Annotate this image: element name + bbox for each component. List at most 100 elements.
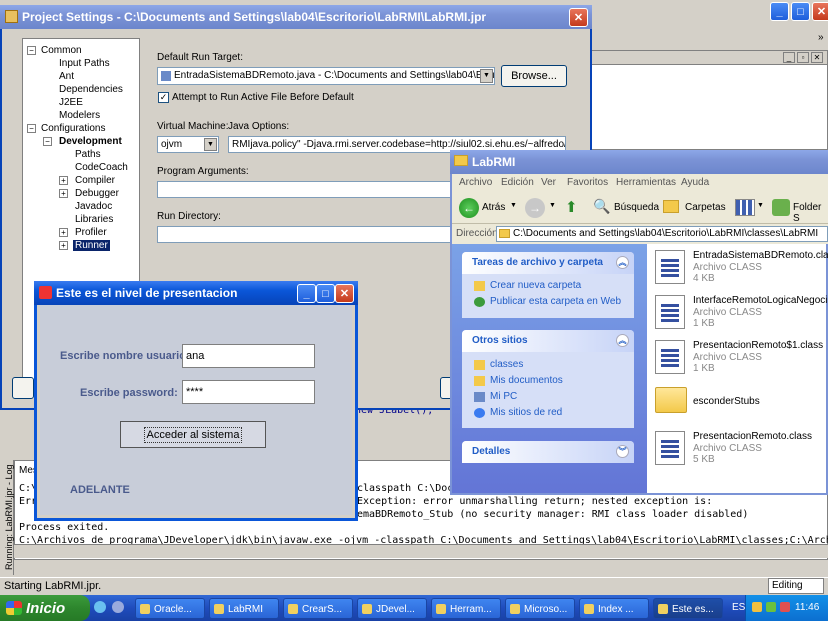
attempt-checkbox[interactable]: ✓ <box>158 92 169 103</box>
task-new-folder[interactable]: Crear nueva carpeta <box>490 280 581 291</box>
restore-icon[interactable]: ▫ <box>797 52 809 63</box>
task-labrmi[interactable]: LabRMI <box>209 598 279 619</box>
chevron-down-icon[interactable]: ▼ <box>480 69 493 83</box>
collapse-icon[interactable]: − <box>43 137 52 146</box>
chevron-down-icon[interactable]: ▼ <box>204 138 217 151</box>
tray-icon[interactable] <box>766 602 776 612</box>
ide-editor[interactable]: _ ▫ ✕ <box>590 50 828 150</box>
language-indicator[interactable]: ES <box>732 602 745 613</box>
folder-sync-icon[interactable] <box>772 199 790 216</box>
tree-runner[interactable]: Runner <box>73 240 110 251</box>
details-header[interactable]: Detalles ︾ <box>462 441 634 463</box>
tree-configurations[interactable]: Configurations <box>41 123 105 134</box>
tree-paths[interactable]: Paths <box>75 149 101 160</box>
access-button[interactable]: Acceder al sistema <box>120 421 266 448</box>
minimize-icon[interactable]: _ <box>783 52 795 63</box>
close-icon[interactable]: ✕ <box>569 8 588 27</box>
place-classes[interactable]: classes <box>490 359 523 370</box>
other-places-header[interactable]: Otros sitios ︽ <box>462 330 634 352</box>
tree-javadoc[interactable]: Javadoc <box>75 201 112 212</box>
task-index[interactable]: Index ... <box>579 598 649 619</box>
task-crears[interactable]: CrearS... <box>283 598 353 619</box>
tree-profiler[interactable]: Profiler <box>75 227 107 238</box>
collapse-chevron-icon[interactable]: ︽ <box>616 256 629 269</box>
folder-sync-label[interactable]: Folder S <box>793 202 828 224</box>
chevron-right-icon[interactable]: » <box>818 32 824 43</box>
tree-compiler[interactable]: Compiler <box>75 175 115 186</box>
menu-edicion[interactable]: Edición <box>501 177 534 188</box>
up-folder-icon[interactable]: ⬆ <box>565 198 583 218</box>
log-scrollbar[interactable] <box>14 544 828 558</box>
log-side-label[interactable]: Running: LabRMI.jpr - Log <box>4 460 14 570</box>
expand-chevron-icon[interactable]: ︾ <box>616 445 629 458</box>
collapse-chevron-icon[interactable]: ︽ <box>616 334 629 347</box>
task-herram[interactable]: Herram... <box>431 598 501 619</box>
quicklaunch-ie-icon[interactable] <box>94 601 106 613</box>
folders-label[interactable]: Carpetas <box>685 202 726 213</box>
place-my-pc[interactable]: Mi PC <box>490 391 517 402</box>
tree-modelers[interactable]: Modelers <box>59 110 100 121</box>
program-args-input[interactable] <box>157 181 452 198</box>
file-item[interactable]: PresentacionRemoto.class Archivo CLASS 5… <box>655 427 827 469</box>
place-my-documents[interactable]: Mis documentos <box>490 375 563 386</box>
help-button-partial[interactable] <box>12 377 34 399</box>
search-label[interactable]: Búsqueda <box>614 202 659 213</box>
quicklaunch-icon[interactable] <box>112 601 124 613</box>
minimize-icon[interactable]: _ <box>297 284 316 303</box>
task-este-es[interactable]: Este es... <box>653 598 723 619</box>
menu-archivo[interactable]: Archivo <box>459 177 492 188</box>
close-icon[interactable]: ✕ <box>811 52 823 63</box>
collapse-icon[interactable]: − <box>27 124 36 133</box>
chevron-down-icon[interactable]: ▼ <box>510 202 517 209</box>
task-jdevel[interactable]: JDevel... <box>357 598 427 619</box>
expand-icon[interactable]: + <box>59 189 68 198</box>
tree-dependencies[interactable]: Dependencies <box>59 84 123 95</box>
menu-ver[interactable]: Ver <box>541 177 556 188</box>
folder-item[interactable]: esconderStubs <box>655 381 827 423</box>
tree-debugger[interactable]: Debugger <box>75 188 119 199</box>
chevron-down-icon[interactable]: ▼ <box>757 202 764 209</box>
maximize-icon[interactable]: □ <box>316 284 335 303</box>
task-microso[interactable]: Microso... <box>505 598 575 619</box>
expand-icon[interactable]: + <box>59 228 68 237</box>
clock[interactable]: 11:46 <box>795 602 819 613</box>
run-dir-input[interactable] <box>157 226 452 243</box>
forward-arrow-icon[interactable]: → <box>525 198 545 218</box>
default-run-target-select[interactable]: EntradaSistemaBDRemoto.java - C:\Documen… <box>157 67 495 85</box>
file-item[interactable]: PresentacionRemoto$1.class Archivo CLASS… <box>655 336 827 378</box>
back-arrow-icon[interactable]: ← <box>459 198 479 218</box>
password-input[interactable]: **** <box>182 380 315 404</box>
back-label[interactable]: Atrás <box>482 202 505 213</box>
maximize-icon[interactable]: □ <box>791 2 810 21</box>
task-publish[interactable]: Publicar esta carpeta en Web <box>490 296 621 307</box>
menu-favoritos[interactable]: Favoritos <box>567 177 608 188</box>
address-input[interactable]: C:\Documents and Settings\lab04\Escritor… <box>496 226 828 242</box>
tree-codecoach[interactable]: CodeCoach <box>75 162 128 173</box>
username-input[interactable]: ana <box>182 344 315 368</box>
chevron-down-icon[interactable]: ▼ <box>549 202 556 209</box>
folders-icon[interactable] <box>663 200 679 213</box>
file-item[interactable]: EntradaSistemaBDRemoto.class Archivo CLA… <box>655 246 828 288</box>
tree-input-paths[interactable]: Input Paths <box>59 58 110 69</box>
collapse-icon[interactable]: − <box>27 46 36 55</box>
menu-herramientas[interactable]: Herramientas <box>616 177 676 188</box>
task-oracle[interactable]: Oracle... <box>135 598 205 619</box>
tree-common[interactable]: Common <box>41 45 82 56</box>
tasks-panel-header[interactable]: Tareas de archivo y carpeta ︽ <box>462 252 634 274</box>
close-icon[interactable]: ✕ <box>812 2 828 21</box>
file-item[interactable]: InterfaceRemotoLogicaNegoci... Archivo C… <box>655 291 828 333</box>
tree-ant[interactable]: Ant <box>59 71 74 82</box>
place-network[interactable]: Mis sitios de red <box>490 407 562 418</box>
menu-ayuda[interactable]: Ayuda <box>681 177 709 188</box>
expand-icon[interactable]: + <box>59 176 68 185</box>
expand-icon[interactable]: + <box>59 241 68 250</box>
tray-icon[interactable] <box>780 602 790 612</box>
search-icon[interactable]: 🔍 <box>593 198 611 216</box>
close-icon[interactable]: ✕ <box>335 284 354 303</box>
tree-development[interactable]: Development <box>59 136 122 147</box>
tree-j2ee[interactable]: J2EE <box>59 97 83 108</box>
minimize-icon[interactable]: _ <box>770 2 789 21</box>
vm-select[interactable]: ojvm ▼ <box>157 136 219 153</box>
browse-button[interactable]: Browse... <box>501 65 567 87</box>
tree-libraries[interactable]: Libraries <box>75 214 113 225</box>
